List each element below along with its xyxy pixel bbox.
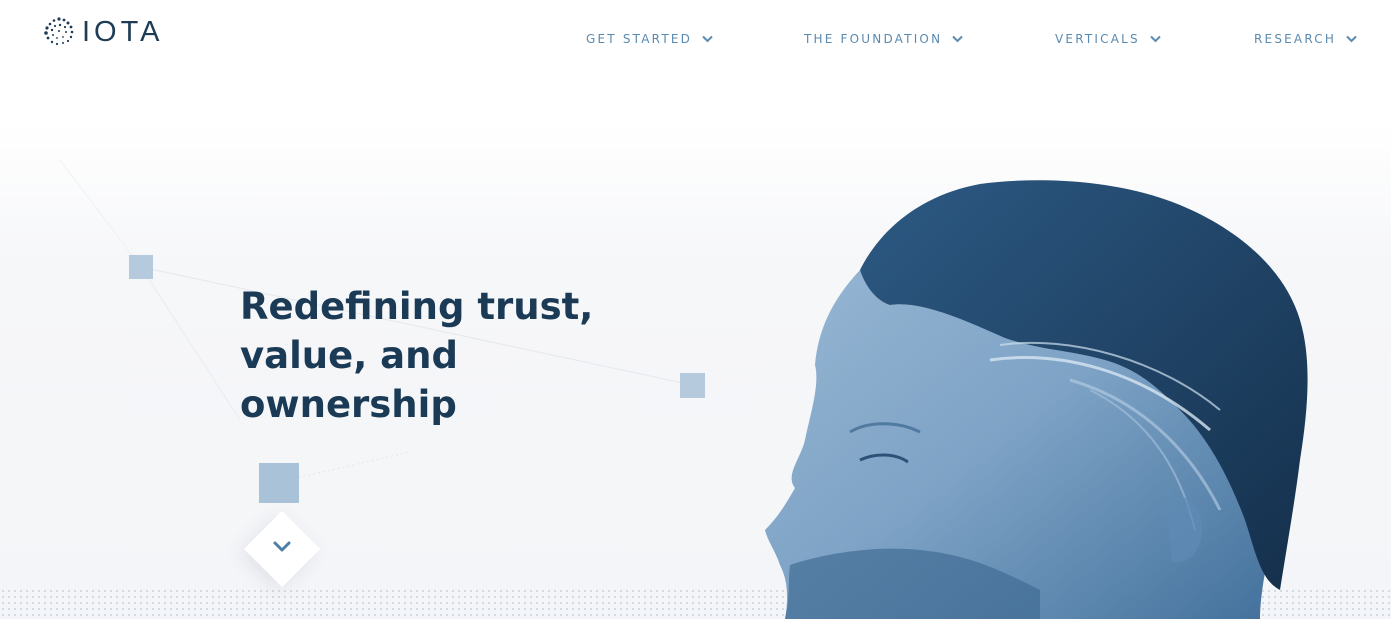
chevron-down-icon xyxy=(273,541,291,552)
decorative-square xyxy=(680,373,705,398)
nav-verticals[interactable]: VERTICALS xyxy=(1055,30,1161,48)
nav-label: VERTICALS xyxy=(1055,32,1140,46)
hero-title-line: ownership xyxy=(240,383,457,426)
brand-name: IOTA xyxy=(82,16,164,48)
nav-the-foundation[interactable]: THE FOUNDATION xyxy=(804,30,963,48)
hero-title: Redefining trust, value, and ownership xyxy=(240,282,600,429)
top-navigation-bar: IOTA GET STARTED THE FOUNDATION VERTICAL… xyxy=(0,0,1391,72)
nav-label: THE FOUNDATION xyxy=(804,32,943,46)
chevron-down-icon xyxy=(1346,35,1357,43)
hero-portrait-image xyxy=(765,180,1308,619)
chevron-down-icon xyxy=(952,35,963,43)
hero-title-line: Redefining trust, xyxy=(240,285,594,328)
nav-get-started[interactable]: GET STARTED xyxy=(586,30,713,48)
decorative-square xyxy=(259,463,299,503)
nav-label: RESEARCH xyxy=(1254,32,1337,46)
chevron-down-icon xyxy=(702,35,713,43)
iota-logo[interactable]: IOTA xyxy=(42,14,164,50)
chevron-down-icon xyxy=(1150,35,1161,43)
nav-label: GET STARTED xyxy=(586,32,693,46)
hero-title-line: value, and xyxy=(240,334,458,377)
iota-dots-logo-icon xyxy=(44,17,74,46)
nav-research[interactable]: RESEARCH xyxy=(1254,30,1357,48)
decorative-square xyxy=(129,255,153,279)
